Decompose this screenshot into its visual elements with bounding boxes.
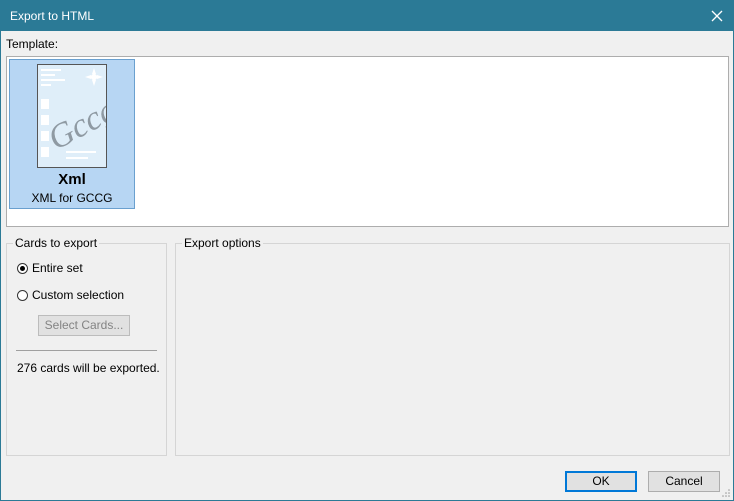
select-cards-button[interactable]: Select Cards... — [38, 315, 130, 336]
radio-entire-set[interactable]: Entire set — [17, 261, 83, 275]
ok-button[interactable]: OK — [565, 471, 637, 492]
gccg-template-thumbnail: Gccg — [37, 64, 107, 168]
export-options-title: Export options — [182, 236, 263, 250]
radio-custom-selection[interactable]: Custom selection — [17, 288, 124, 302]
separator — [16, 350, 157, 351]
template-description: XML for GCCG — [31, 191, 113, 205]
cards-to-export-title: Cards to export — [13, 236, 100, 250]
template-label: Template: — [6, 37, 59, 51]
cards-to-export-group: Cards to export Entire set Custom select… — [6, 236, 167, 456]
template-name: Xml — [58, 171, 86, 188]
title-bar: Export to HTML — [1, 1, 733, 31]
radio-checked-icon — [17, 262, 28, 274]
resize-grip-icon[interactable] — [721, 488, 731, 498]
export-options-group: Export options — [175, 236, 730, 456]
template-list[interactable]: Gccg Xml XML for GCCG — [6, 56, 729, 227]
export-dialog: Export to HTML Template: Gccg Xml XML fo… — [0, 0, 734, 501]
radio-custom-selection-label: Custom selection — [32, 288, 125, 302]
svg-text:Gccg: Gccg — [42, 91, 106, 157]
close-icon — [711, 10, 723, 22]
close-button[interactable] — [701, 1, 733, 31]
cancel-button[interactable]: Cancel — [648, 471, 720, 492]
radio-entire-set-label: Entire set — [32, 261, 83, 275]
radio-unchecked-icon — [17, 289, 28, 301]
export-count-text: 276 cards will be exported. — [17, 361, 160, 375]
template-item-xml[interactable]: Gccg Xml XML for GCCG — [9, 59, 135, 209]
window-title: Export to HTML — [10, 9, 95, 23]
thumbnail-graphic: Gccg — [41, 68, 106, 159]
